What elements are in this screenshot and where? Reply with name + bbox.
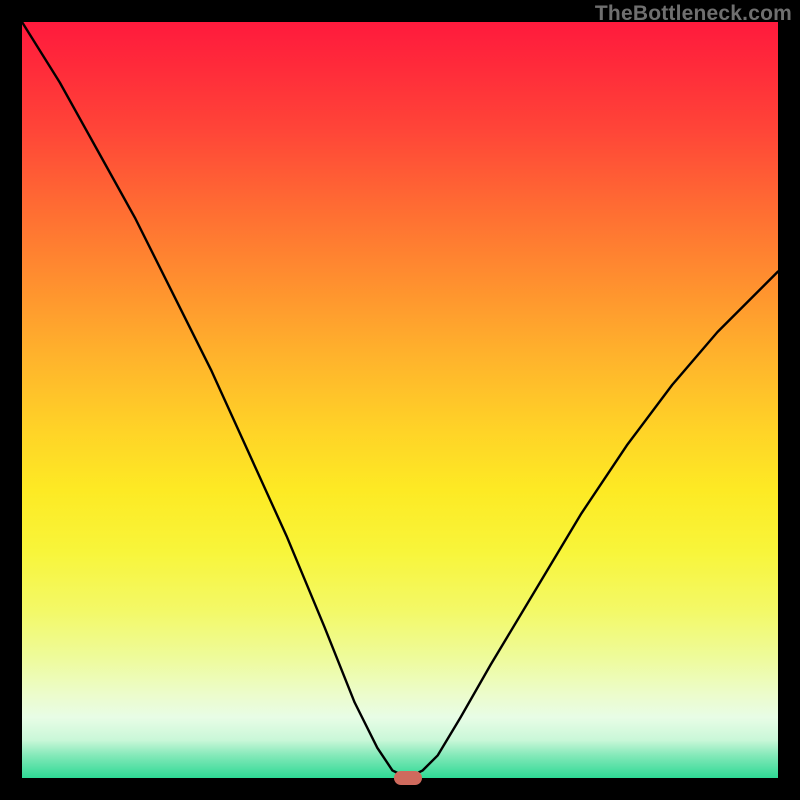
chart-frame: TheBottleneck.com <box>0 0 800 800</box>
bottleneck-curve <box>22 22 778 778</box>
plot-area <box>22 22 778 778</box>
minimum-marker <box>394 771 422 785</box>
